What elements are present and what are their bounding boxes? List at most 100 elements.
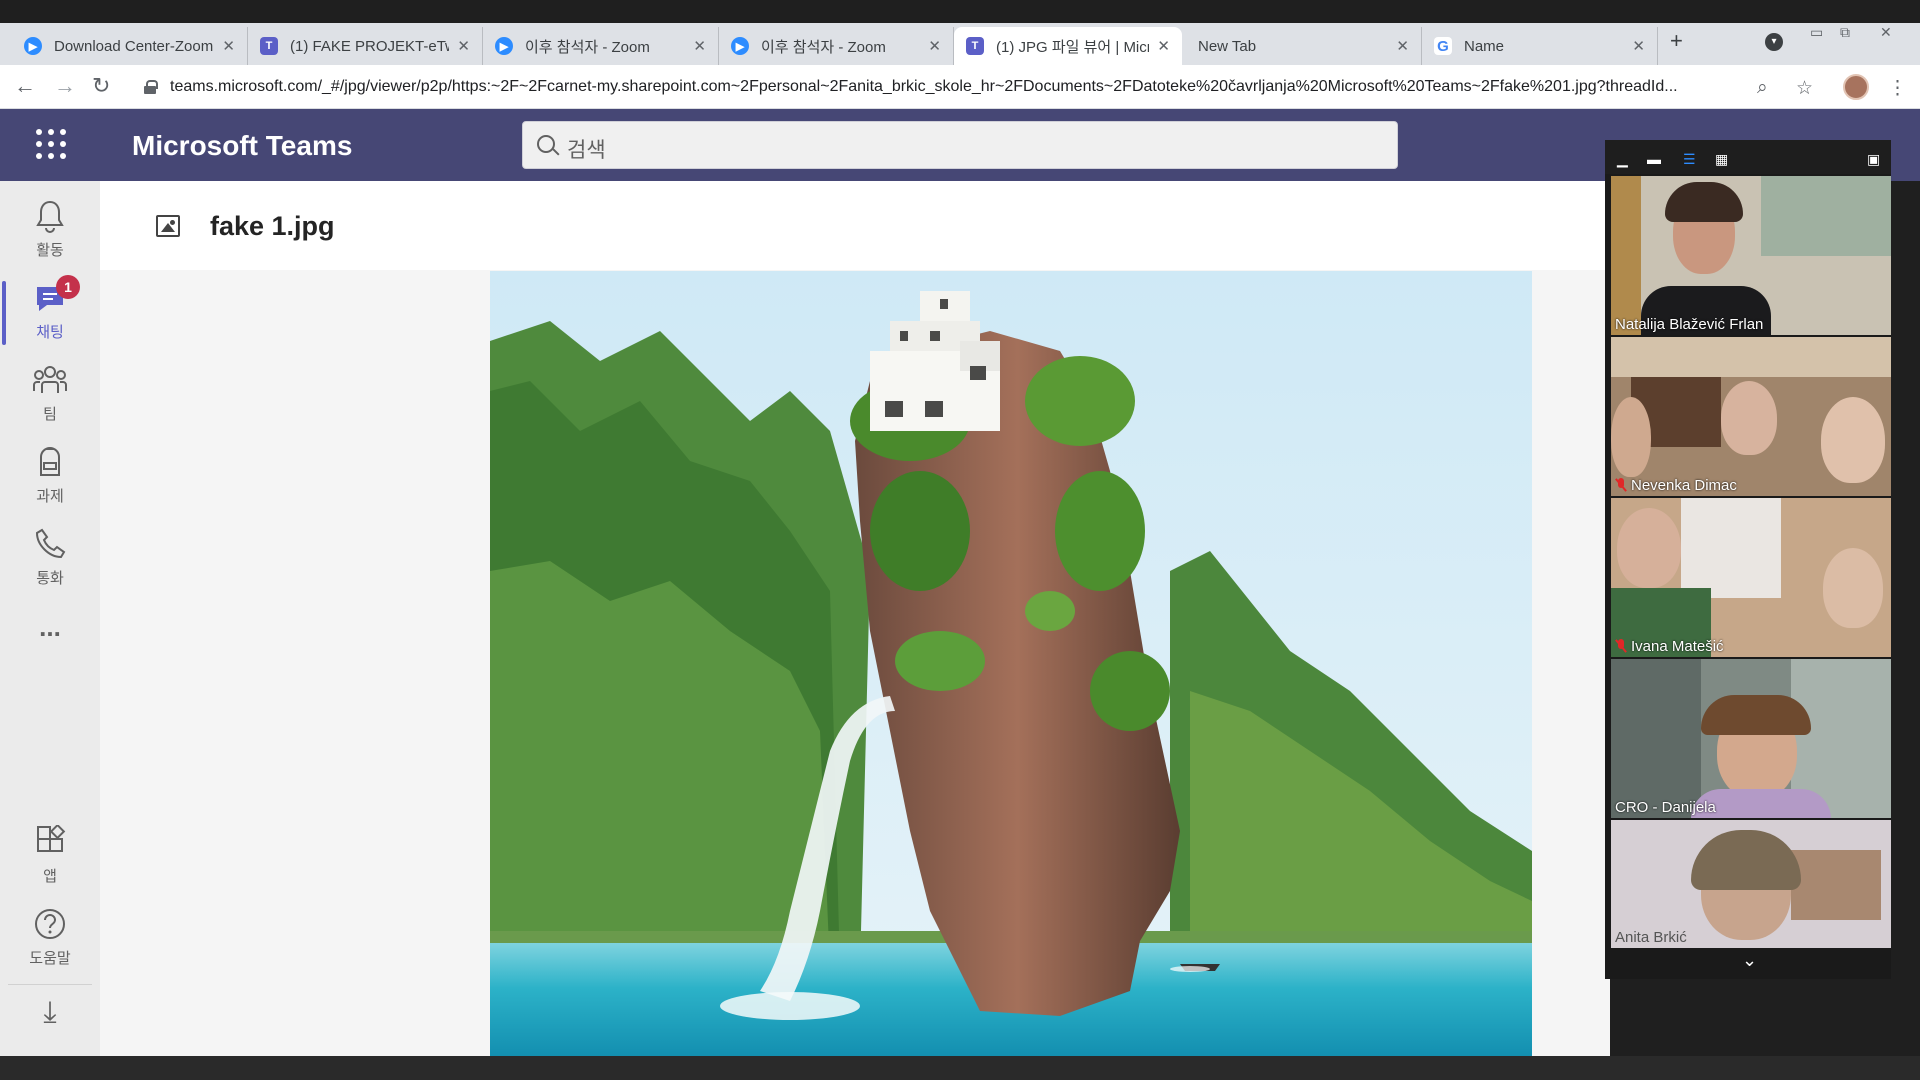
rail-label: 통화 (36, 570, 64, 587)
browser-tab-active[interactable]: T (1) JPG 파일 뷰어 | Micro ✕ (954, 27, 1182, 65)
chat-icon: 1 (32, 275, 80, 317)
search-input[interactable]: 검색 (522, 121, 1398, 169)
tab-label: New Tab (1198, 37, 1257, 55)
search-icon (537, 135, 555, 153)
photo-landscape (490, 271, 1532, 1056)
chevron-down-icon[interactable]: ⌄ (1742, 950, 1757, 971)
address-bar[interactable]: teams.microsoft.com/_#/jpg/viewer/p2p/ht… (170, 71, 1730, 103)
image-file-icon (156, 215, 180, 237)
bookmark-star-icon[interactable]: ☆ (1796, 77, 1813, 100)
participant-name: Natalija Blažević Frlan (1615, 316, 1764, 333)
teams-icon: T (966, 37, 984, 55)
phone-icon (32, 527, 68, 563)
video-tile[interactable]: Natalija Blažević Frlan (1611, 176, 1891, 335)
tab-label: (1) FAKE PROJEKT-eTwin (290, 37, 449, 55)
rail-label: 활동 (36, 242, 64, 259)
lock-icon[interactable] (144, 80, 158, 94)
help-icon (32, 907, 68, 943)
minimize-icon[interactable]: ▁ (1617, 152, 1633, 166)
unread-badge: 1 (56, 275, 80, 299)
tab-label: 이후 참석자 - Zoom (525, 38, 650, 56)
video-tile[interactable]: Nevenka Dimac (1611, 337, 1891, 496)
close-icon[interactable]: ✕ (1632, 37, 1645, 55)
close-window-icon[interactable]: ✕ (1880, 24, 1892, 41)
back-icon[interactable]: ← (14, 73, 36, 99)
rail-item-calls[interactable]: 통화 (0, 519, 100, 601)
forward-icon[interactable]: → (54, 73, 76, 99)
file-viewer: fake 1.jpg (100, 181, 1610, 1056)
browser-toolbar: ← → ↻ teams.microsoft.com/_#/jpg/viewer/… (0, 65, 1920, 109)
taskbar-strip (0, 1056, 1920, 1080)
rail-item-apps[interactable]: 앱 (0, 817, 100, 899)
tab-search-icon[interactable]: ▾ (1765, 33, 1783, 51)
new-tab-button[interactable]: + (1670, 28, 1683, 54)
rail-label: 도움말 (29, 950, 71, 967)
participant-name: Nevenka Dimac (1615, 477, 1737, 494)
minimize-icon[interactable]: ▭ (1810, 24, 1823, 41)
app-title: Microsoft Teams (132, 130, 353, 161)
video-tile[interactable]: Ivana Matešić (1611, 498, 1891, 657)
tab-label: Name (1464, 37, 1505, 55)
tab-label: (1) JPG 파일 뷰어 | Micro (996, 38, 1150, 56)
exit-float-icon[interactable]: ▣ (1867, 152, 1883, 166)
restore-icon[interactable]: ⧉ (1840, 24, 1850, 41)
rail-label: 채팅 (36, 324, 64, 341)
zoom-participants-panel: Natalija Blažević Frlan Nevenka Dimac Iv… (1605, 174, 1891, 979)
browser-tab-strip: ▶ Download Center-Zoom ✕ T (1) FAKE PROJ… (0, 23, 1920, 65)
zoom-icon: ▶ (495, 37, 513, 55)
browser-tab[interactable]: New Tab ✕ (1186, 27, 1422, 65)
close-icon[interactable]: ✕ (1157, 37, 1170, 55)
participant-name: CRO - Danijela (1615, 799, 1716, 816)
rail-item-more[interactable]: ... (0, 601, 100, 683)
search-placeholder: 검색 (567, 139, 606, 162)
close-icon[interactable]: ✕ (693, 37, 706, 55)
video-tile[interactable]: Anita Brkić (1611, 820, 1891, 948)
rail-item-activity[interactable]: 활동 (0, 191, 100, 273)
rail-item-chat[interactable]: 1 채팅 (0, 273, 100, 355)
rail-item-help[interactable]: 도움말 (0, 899, 100, 981)
muted-mic-icon (1615, 639, 1627, 653)
rail-label: 팀 (43, 406, 57, 423)
browser-tab[interactable]: ▶ Download Center-Zoom ✕ (12, 27, 248, 65)
participant-name: Ivana Matešić (1615, 638, 1724, 655)
bell-icon (32, 199, 68, 235)
muted-mic-icon (1615, 478, 1627, 492)
video-tile[interactable]: CRO - Danijela (1611, 659, 1891, 818)
app-launcher-icon[interactable] (36, 129, 66, 159)
rail-label: 과제 (36, 488, 64, 505)
rail-item-assignments[interactable]: 과제 (0, 437, 100, 519)
gallery-view-icon[interactable]: ▦ (1715, 152, 1731, 166)
browser-tab[interactable]: T (1) FAKE PROJEKT-eTwin ✕ (248, 27, 483, 65)
reload-icon[interactable]: ↻ (92, 73, 110, 99)
menu-kebab-icon[interactable]: ⋮ (1888, 77, 1907, 100)
download-icon[interactable]: ⤓ (8, 984, 92, 1042)
tab-label: 이후 참석자 - Zoom (761, 38, 886, 56)
apps-icon (32, 823, 68, 861)
google-icon: G (1434, 37, 1452, 55)
browser-tab[interactable]: G Name ✕ (1422, 27, 1658, 65)
photo (490, 271, 1532, 1056)
thumbnail-view-icon[interactable]: ☰ (1683, 152, 1699, 166)
browser-tab[interactable]: ▶ 이후 참석자 - Zoom ✕ (483, 27, 719, 65)
speaker-view-icon[interactable]: ▬ (1647, 152, 1663, 166)
close-icon[interactable]: ✕ (928, 37, 941, 55)
close-icon[interactable]: ✕ (457, 37, 470, 55)
file-header: fake 1.jpg (100, 181, 1610, 270)
browser-tab[interactable]: ▶ 이후 참석자 - Zoom ✕ (719, 27, 954, 65)
profile-avatar[interactable] (1843, 74, 1869, 100)
app-rail: 활동 1 채팅 팀 과제 통화 ... 앱 도움말 ⤓ (0, 181, 100, 1056)
zoom-icon: ▶ (731, 37, 749, 55)
close-icon[interactable]: ✕ (222, 37, 235, 55)
tab-label: Download Center-Zoom (54, 37, 214, 55)
screen: ▶ Download Center-Zoom ✕ T (1) FAKE PROJ… (0, 0, 1920, 1080)
close-icon[interactable]: ✕ (1396, 37, 1409, 55)
participant-name: Anita Brkić (1615, 929, 1687, 946)
zoom-icon: ▶ (24, 37, 42, 55)
assignments-icon (32, 445, 68, 481)
rail-item-teams[interactable]: 팀 (0, 355, 100, 437)
more-icon: ... (39, 612, 61, 642)
rail-label: 앱 (43, 868, 57, 885)
teams-icon: T (260, 37, 278, 55)
zoom-page-icon[interactable]: ⌕ (1757, 77, 1768, 99)
teams-icon (32, 363, 68, 399)
